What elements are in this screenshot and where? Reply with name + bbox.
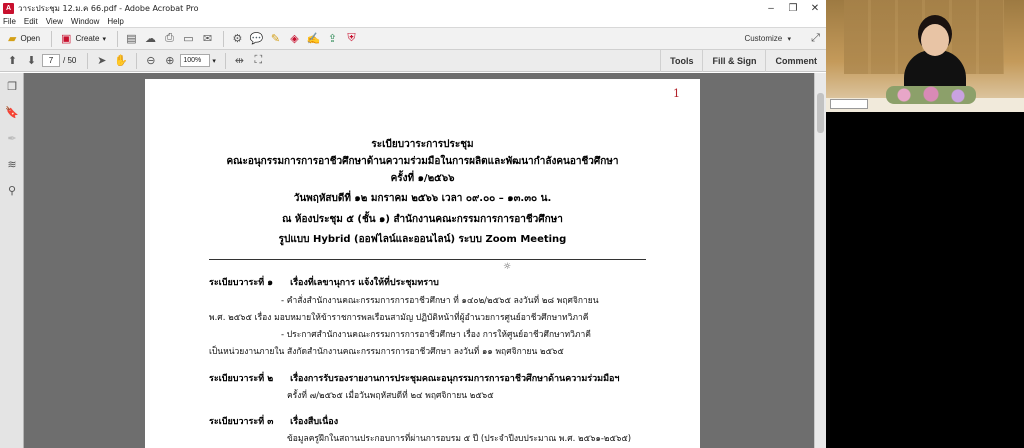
zoom-in-icon[interactable]: ⊕ (161, 52, 178, 69)
layers-icon[interactable]: ≋ (0, 151, 24, 177)
vertical-scrollbar[interactable] (814, 73, 826, 448)
agenda-body-line: เป็นหน่วยงานภายใน สังกัดสำนักงานคณะกรรมก… (209, 347, 564, 357)
agenda-body-line: พ.ศ. ๒๕๖๕ เรื่อง มอบหมายให้ข้าราชการพลเร… (209, 313, 589, 323)
menu-help[interactable]: Help (107, 17, 123, 26)
next-page-icon[interactable]: ⬇ (23, 52, 40, 69)
agenda-title: เรื่องที่เลขานุการ แจ้งให้ที่ประชุมทราบ (290, 278, 439, 288)
page-thumbnails-icon[interactable]: ❐ (0, 73, 24, 99)
agenda-label: ระเบียบวาระที่ ๒ (209, 374, 274, 384)
participant-face (921, 24, 949, 56)
menu-view[interactable]: View (46, 17, 63, 26)
print-icon[interactable]: ⎙ (161, 30, 178, 47)
create-pdf-icon: ▣ (61, 33, 72, 45)
doc-header-line: รูปแบบ Hybrid (ออฟไลน์และออนไลน์) ระบบ Z… (278, 234, 567, 245)
navigation-toolbar: ⬆ ⬇ 7 / 50 ➤ ✋ ⊖ ⊕ 100% ▾ ⇹ ⛶ Tools Fill… (0, 49, 826, 72)
agenda-label: ระเบียบวาระที่ ๓ (209, 417, 274, 427)
minimize-button[interactable]: – (760, 0, 782, 16)
doc-header-line: ณ ห้องประชุม ๕ (ชั้น ๑) สำนักงานคณะกรรมก… (282, 214, 563, 225)
acrobat-window: A วาระประชุม 12.ม.ค 66.pdf - Adobe Acrob… (0, 0, 826, 448)
toolbar-divider (136, 52, 138, 69)
menu-file[interactable]: File (3, 17, 16, 26)
customize-dropdown[interactable]: Customize ▾ (744, 34, 791, 43)
page-total: / 50 (63, 56, 77, 65)
doc-header-line: วันพฤหัสบดีที่ ๑๒ มกราคม ๒๕๖๖ เวลา ๐๙.๐๐… (293, 193, 552, 204)
tools-pane-button[interactable]: Tools (660, 49, 702, 72)
toolbar-divider (222, 30, 224, 47)
toolbar-divider (116, 30, 118, 47)
chevron-down-icon[interactable]: ▾ (212, 57, 216, 65)
chevron-down-icon: ▾ (102, 35, 106, 43)
open-button[interactable]: ▰ Open (4, 30, 44, 48)
cloud-upload-icon[interactable]: ☁ (142, 30, 159, 47)
toolbar-divider (51, 30, 53, 47)
title-bar: A วาระประชุม 12.ม.ค 66.pdf - Adobe Acrob… (0, 0, 826, 16)
agenda-item-3: ระเบียบวาระที่ ๓ เรื่องสืบเนื่อง (209, 414, 338, 428)
select-cursor-icon[interactable]: ➤ (93, 52, 110, 69)
agenda-label: ระเบียบวาระที่ ๑ (209, 278, 273, 288)
doc-header-line: ระเบียบวาระการประชุม (371, 139, 474, 150)
menu-edit[interactable]: Edit (24, 17, 38, 26)
document-icon[interactable]: ▭ (180, 30, 197, 47)
cursor-icon: ☼ (503, 262, 512, 272)
header-divider (209, 259, 646, 260)
create-button[interactable]: ▣ Create ▾ (57, 30, 110, 48)
highlight-icon[interactable]: ✎ (267, 30, 284, 47)
navigation-panel: ❐ 🔖 ✒ ≋ ⚲ (0, 73, 24, 448)
page-number-mark: 1 (673, 87, 680, 100)
fit-width-icon[interactable]: ⇹ (231, 52, 248, 69)
agenda-body-line: ข้อมูลครูฝึกในสถานประกอบการที่ผ่านการอบร… (287, 434, 632, 444)
open-label: Open (20, 34, 41, 43)
close-button[interactable]: ✕ (804, 0, 826, 16)
scrollbar-thumb[interactable] (817, 93, 824, 133)
comment-pane-button[interactable]: Comment (765, 49, 826, 72)
toolbar-divider (224, 52, 226, 69)
agenda-item-2: ระเบียบวาระที่ ๒ เรื่องการรับรองรายงานกา… (209, 371, 619, 385)
nameplate (830, 99, 868, 109)
bookmarks-icon[interactable]: 🔖 (0, 99, 24, 125)
zoom-out-icon[interactable]: ⊖ (142, 52, 159, 69)
agenda-body-line: - ประกาศสำนักงานคณะกรรมการการอาชีวศึกษา … (281, 330, 591, 340)
document-workarea: ❐ 🔖 ✒ ≋ ⚲ 1 ระเบียบวาระการประชุม คณะอนุก… (0, 73, 826, 448)
menu-bar: File Edit View Window Help (0, 16, 826, 28)
main-toolbar: ▰ Open ▣ Create ▾ ▤ ☁ ⎙ ▭ ✉ ⚙ 💬 ✎ ◈ ✍ ⇪ … (0, 28, 826, 50)
settings-icon[interactable]: ⚙ (229, 30, 246, 47)
hand-tool-icon[interactable]: ✋ (112, 52, 129, 69)
zoom-select[interactable]: 100% (180, 54, 211, 67)
pdf-page: 1 ระเบียบวาระการประชุม คณะอนุกรรมการการอ… (145, 79, 700, 448)
agenda-title: เรื่องการรับรองรายงานการประชุมคณะอนุกรรม… (290, 374, 620, 384)
save-icon[interactable]: ▤ (123, 30, 140, 47)
agenda-title: เรื่องสืบเนื่อง (290, 417, 339, 427)
sign-icon[interactable]: ✍ (305, 30, 322, 47)
window-title: วาระประชุม 12.ม.ค 66.pdf - Adobe Acrobat… (18, 3, 199, 13)
menu-window[interactable]: Window (71, 17, 99, 26)
chevron-down-icon: ▾ (787, 36, 791, 43)
fill-sign-pane-button[interactable]: Fill & Sign (702, 49, 765, 72)
export-icon[interactable]: ⇪ (324, 30, 341, 47)
signatures-icon[interactable]: ✒ (0, 125, 24, 151)
previous-page-icon[interactable]: ⬆ (4, 52, 21, 69)
toolbar-divider (87, 52, 89, 69)
comment-icon[interactable]: 💬 (248, 30, 265, 47)
agenda-body-line: - คำสั่งสำนักงานคณะกรรมการการอาชีวศึกษา … (281, 296, 599, 306)
participant-video (826, 0, 1024, 112)
stamp-icon[interactable]: ◈ (286, 30, 303, 47)
create-label: Create (75, 34, 100, 43)
expand-icon[interactable]: ⤢ (807, 30, 824, 47)
restore-button[interactable]: ❐ (782, 0, 804, 16)
agenda-item-1: ระเบียบวาระที่ ๑ เรื่องที่เลขานุการ แจ้ง… (209, 275, 439, 289)
flower-arrangement (886, 86, 976, 104)
acrobat-app-icon: A (3, 2, 14, 14)
protect-icon[interactable]: ⛨ (343, 30, 360, 47)
folder-icon: ▰ (8, 33, 17, 45)
fit-page-icon[interactable]: ⛶ (250, 52, 267, 69)
page-number-input[interactable]: 7 (42, 54, 60, 67)
agenda-body-line: ครั้งที่ ๗/๒๕๖๕ เมื่อวันพฤหัสบดีที่ ๒๔ พ… (287, 391, 494, 401)
doc-header-line: ครั้งที่ ๑/๒๕๖๖ (390, 173, 455, 184)
doc-header-line: คณะอนุกรรมการการอาชีวศึกษาด้านความร่วมมื… (226, 156, 619, 167)
email-icon[interactable]: ✉ (199, 30, 216, 47)
attachments-icon[interactable]: ⚲ (0, 177, 24, 203)
customize-label: Customize (744, 34, 783, 43)
